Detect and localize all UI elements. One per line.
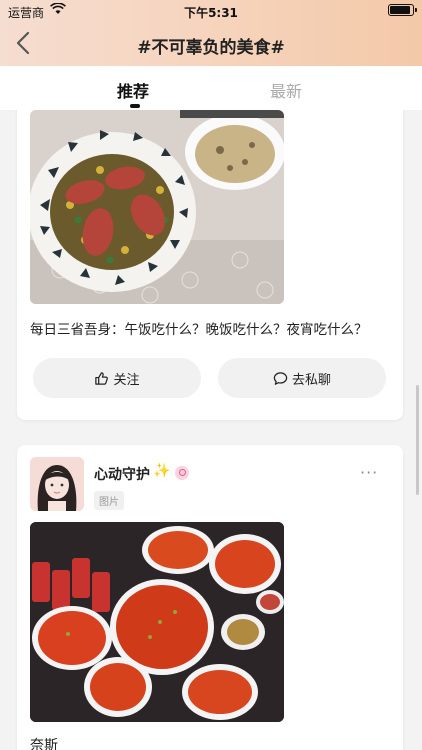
post-type-tag: 图片 — [94, 491, 124, 510]
sparkle-badge: ✨ — [153, 463, 171, 479]
username[interactable]: 心动守护 — [94, 464, 150, 484]
private-chat-button-label: 去私聊 — [291, 372, 331, 388]
nav-bar: #不可辜负的美食# — [0, 22, 422, 66]
post-text: 奈斯 — [30, 738, 58, 750]
header-background: 运营商 下午5:31 #不可辜负的美食# — [0, 0, 422, 66]
battery-icon — [388, 4, 417, 16]
post-card[interactable]: 每日三省吾身：午饭吃什么？晚饭吃什么？夜宵吃什么？ 关注 去私聊 — [17, 110, 403, 420]
active-tab-indicator — [130, 104, 140, 108]
post-image[interactable] — [30, 110, 284, 304]
tab-recommended[interactable]: 推荐 — [117, 78, 149, 102]
status-time: 下午5:31 — [184, 6, 238, 20]
female-gender-icon — [175, 466, 189, 480]
post-image[interactable] — [30, 522, 284, 722]
page-title: #不可辜负的美食# — [137, 38, 285, 58]
status-bar: 运营商 下午5:31 — [0, 0, 422, 22]
avatar[interactable] — [30, 457, 84, 511]
private-chat-button[interactable]: 去私聊 — [218, 358, 386, 398]
thumbs-up-icon — [95, 371, 109, 385]
post-card[interactable]: 心动守护 ✨ 图片 ··· 奈斯 — [17, 445, 403, 750]
scrollbar[interactable] — [416, 385, 419, 495]
more-options-icon[interactable]: ··· — [360, 463, 378, 482]
follow-button-label: 关注 — [113, 372, 140, 388]
chat-bubble-icon — [273, 371, 288, 385]
tab-bar: 推荐 最新 — [0, 66, 422, 110]
post-caption: 每日三省吾身：午饭吃什么？晚饭吃什么？夜宵吃什么？ — [30, 322, 368, 338]
feed-list[interactable]: 每日三省吾身：午饭吃什么？晚饭吃什么？夜宵吃什么？ 关注 去私聊 心动守护 ✨ … — [0, 110, 422, 750]
follow-button[interactable]: 关注 — [33, 358, 201, 398]
tab-latest[interactable]: 最新 — [270, 78, 302, 102]
